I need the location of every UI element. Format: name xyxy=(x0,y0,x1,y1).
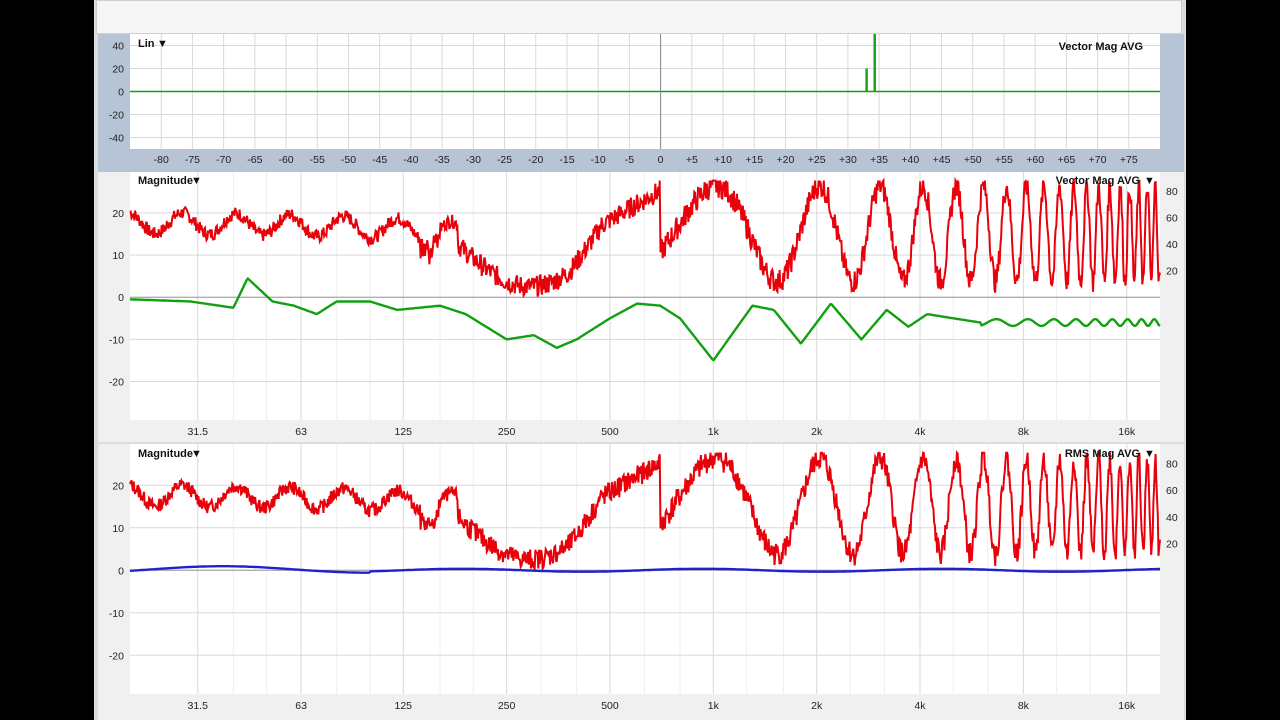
x-tick-label: 4k xyxy=(914,700,926,712)
x-tick-label: 2k xyxy=(811,700,823,712)
impulse-x-tick-label: +5 xyxy=(686,154,698,166)
impulse-x-tick-label: +20 xyxy=(777,154,795,166)
x-tick-label: 2k xyxy=(811,426,823,438)
transfer1-scale-label[interactable]: Magnitude xyxy=(138,175,193,187)
chevron-down-icon[interactable]: ▼ xyxy=(191,175,202,187)
y-left-tick-label: 0 xyxy=(118,565,124,577)
x-tick-label: 250 xyxy=(498,426,516,438)
impulse-x-tick-label: +45 xyxy=(933,154,951,166)
impulse-x-tick-label: -5 xyxy=(625,154,634,166)
impulse-y-tick-label: -40 xyxy=(109,133,124,145)
impulse-x-tick-label: -80 xyxy=(154,154,169,166)
x-tick-label: 500 xyxy=(601,426,619,438)
impulse-x-tick-label: +40 xyxy=(901,154,919,166)
impulse-y-tick-label: 0 xyxy=(118,87,124,99)
impulse-x-tick-label: -40 xyxy=(403,154,418,166)
impulse-x-tick-label: -60 xyxy=(278,154,293,166)
impulse-y-tick-label: 20 xyxy=(112,64,124,76)
impulse-x-tick-label: -15 xyxy=(559,154,574,166)
x-tick-label: 1k xyxy=(708,426,720,438)
impulse-x-tick-label: -45 xyxy=(372,154,387,166)
y-right-tick-label: 60 xyxy=(1166,485,1178,497)
x-tick-label: 8k xyxy=(1018,426,1030,438)
transfer1-mode-label[interactable]: Vector Mag AVG xyxy=(1056,175,1140,187)
x-tick-label: 31.5 xyxy=(188,700,209,712)
x-tick-label: 4k xyxy=(914,426,926,438)
impulse-x-tick-label: +15 xyxy=(745,154,763,166)
impulse-x-tick-label: -65 xyxy=(247,154,262,166)
y-right-tick-label: 20 xyxy=(1166,266,1178,278)
y-right-tick-label: 20 xyxy=(1166,539,1178,551)
impulse-x-tick-label: -30 xyxy=(466,154,481,166)
transfer2-mode-label[interactable]: RMS Mag AVG xyxy=(1065,448,1140,460)
toolbar-area xyxy=(96,0,1182,34)
x-tick-label: 250 xyxy=(498,700,516,712)
impulse-x-tick-label: -55 xyxy=(310,154,325,166)
x-tick-label: 63 xyxy=(295,426,307,438)
y-left-tick-label: -10 xyxy=(109,334,124,346)
impulse-y-tick-label: 40 xyxy=(112,41,124,53)
impulse-x-tick-label: +25 xyxy=(808,154,826,166)
x-tick-label: 125 xyxy=(394,700,412,712)
impulse-panel: 40200-20-40 -80 -75 -70 -65 -60 -55 -50 -45 -40-… xyxy=(98,34,1184,172)
impulse-x-tick-label: -50 xyxy=(341,154,356,166)
x-tick-label: 500 xyxy=(601,700,619,712)
impulse-x-tick-label: -10 xyxy=(591,154,606,166)
impulse-x-tick-label: -25 xyxy=(497,154,512,166)
impulse-x-tick-label: -35 xyxy=(435,154,450,166)
x-tick-label: 125 xyxy=(394,426,412,438)
chevron-down-icon[interactable]: ▼ xyxy=(191,448,202,460)
impulse-x-tick-label: +30 xyxy=(839,154,857,166)
x-tick-label: 1k xyxy=(708,700,720,712)
impulse-x-tick-label: +70 xyxy=(1089,154,1107,166)
transfer1-plot-area[interactable] xyxy=(130,172,1160,420)
chevron-down-icon[interactable]: ▼ xyxy=(1144,175,1155,187)
impulse-x-tick-label: 0 xyxy=(658,154,664,166)
x-tick-label: 8k xyxy=(1018,700,1030,712)
impulse-y-tick-label: -20 xyxy=(109,110,124,122)
impulse-x-tick-label: +65 xyxy=(1057,154,1075,166)
y-left-tick-label: -10 xyxy=(109,608,124,620)
x-tick-label: 31.5 xyxy=(188,426,209,438)
impulse-scale-label[interactable]: Lin xyxy=(138,38,155,50)
y-left-tick-label: 10 xyxy=(112,250,124,262)
impulse-mode-label[interactable]: Vector Mag AVG xyxy=(1059,41,1143,53)
y-left-tick-label: 20 xyxy=(112,208,124,220)
y-left-tick-label: 0 xyxy=(118,292,124,304)
y-right-tick-label: 80 xyxy=(1166,186,1178,198)
chevron-down-icon[interactable]: ▼ xyxy=(1144,448,1155,460)
y-right-tick-label: 80 xyxy=(1166,458,1178,470)
y-left-tick-label: 20 xyxy=(112,480,124,492)
y-left-tick-label: 10 xyxy=(112,523,124,535)
app-window: 40 20 0 -20 -40 -80 -75 -70 -65 -60 -55 -50 -45 -40-… xyxy=(94,0,1186,720)
impulse-x-tick-label: -20 xyxy=(528,154,543,166)
impulse-x-tick-label: +50 xyxy=(964,154,982,166)
x-tick-label: 16k xyxy=(1118,700,1136,712)
impulse-x-tick-label: +10 xyxy=(714,154,732,166)
y-left-tick-label: -20 xyxy=(109,377,124,389)
impulse-x-tick-label: +35 xyxy=(870,154,888,166)
y-right-tick-label: 60 xyxy=(1166,213,1178,225)
impulse-x-tick-label: -70 xyxy=(216,154,231,166)
chevron-down-icon[interactable]: ▼ xyxy=(157,38,168,50)
impulse-x-tick-label: -75 xyxy=(185,154,200,166)
impulse-x-tick-label: +60 xyxy=(1026,154,1044,166)
impulse-x-tick-label: +75 xyxy=(1120,154,1138,166)
impulse-x-tick-label: +55 xyxy=(995,154,1013,166)
transfer-panel-rms: 20 10 0 -10 -20 80 60 40 20 31.5 63 125 250 500 1k 2k… xyxy=(98,444,1184,720)
transfer-panel-vector: 20 10 0 -10 -20 80 60 40 20 31.5 63 125 250 500 1k 2k… xyxy=(98,172,1184,442)
x-tick-label: 63 xyxy=(295,700,307,712)
x-tick-label: 16k xyxy=(1118,426,1136,438)
y-right-tick-label: 40 xyxy=(1166,512,1178,524)
y-right-tick-label: 40 xyxy=(1166,239,1178,251)
y-left-tick-label: -20 xyxy=(109,650,124,662)
transfer2-scale-label[interactable]: Magnitude xyxy=(138,448,193,460)
